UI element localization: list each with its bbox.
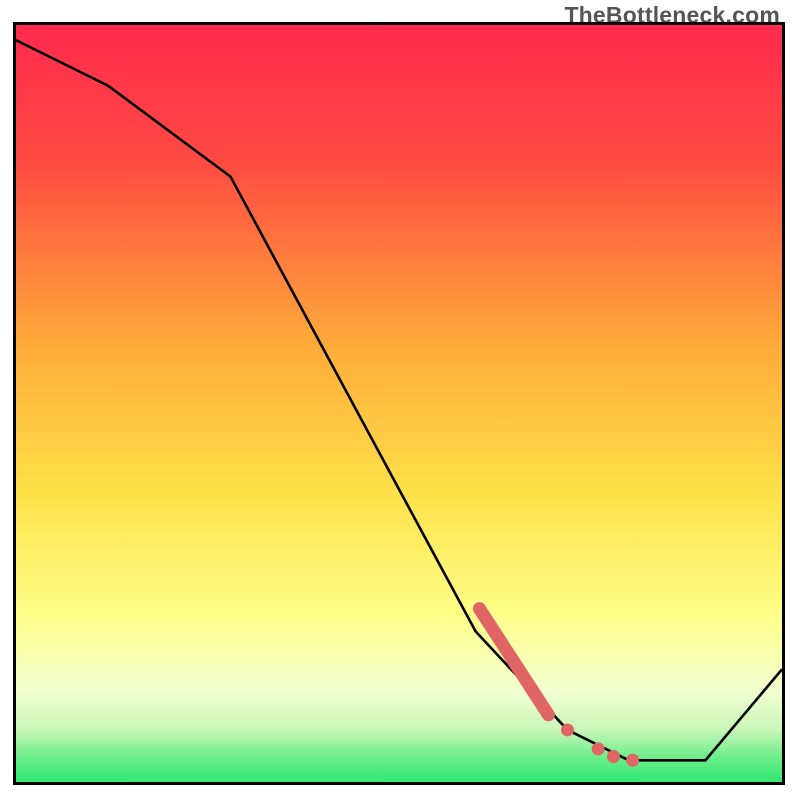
highlight-dot <box>592 742 605 755</box>
chart-container: TheBottleneck.com <box>0 0 800 800</box>
watermark-text: TheBottleneck.com <box>564 2 780 29</box>
highlight-dot <box>607 750 620 763</box>
highlight-dot <box>626 754 639 767</box>
chart-svg <box>0 0 800 800</box>
gradient-background <box>16 25 782 783</box>
highlight-dot <box>561 723 574 736</box>
